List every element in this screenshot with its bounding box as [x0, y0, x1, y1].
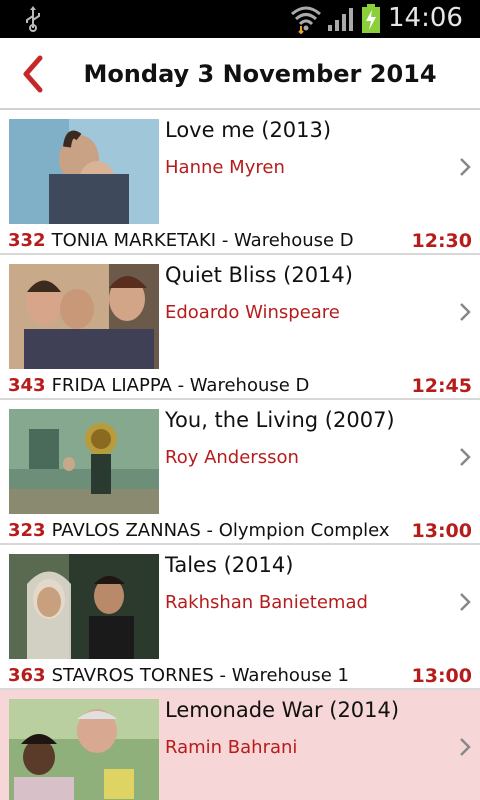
- screening-time: 12:45: [411, 375, 472, 397]
- list-item[interactable]: Quiet Bliss (2014) Edoardo Winspeare 343…: [0, 255, 480, 400]
- screening-time: 13:00: [411, 520, 472, 542]
- screening-code: 323: [8, 520, 46, 541]
- film-director: Hanne Myren: [165, 157, 285, 178]
- film-director: Edoardo Winspeare: [165, 302, 340, 323]
- list-item[interactable]: Lemonade War (2014) Ramin Bahrani: [0, 690, 480, 800]
- film-title: Love me (2013): [165, 118, 332, 142]
- screening-venue: TONIA MARKETAKI - Warehouse D: [51, 230, 354, 251]
- screening-time: 12:30: [411, 230, 472, 252]
- app-header: Monday 3 November 2014: [0, 38, 480, 110]
- status-bar: 14:06: [0, 0, 480, 38]
- signal-icon: [328, 8, 353, 31]
- film-thumbnail: [9, 409, 159, 514]
- film-thumbnail: [9, 699, 159, 800]
- screening-code: 363: [8, 665, 46, 686]
- film-thumbnail: [9, 119, 159, 224]
- list-item[interactable]: Love me (2013) Hanne Myren 332 TONIA MARK…: [0, 110, 480, 255]
- usb-icon: [26, 6, 40, 32]
- wifi-icon: [291, 6, 321, 34]
- chevron-right-icon: [460, 738, 471, 756]
- back-button[interactable]: [14, 52, 54, 96]
- screening-code: 332: [8, 230, 46, 251]
- film-title: Quiet Bliss (2014): [165, 263, 353, 287]
- film-director: Rakhshan Banietemad: [165, 592, 368, 613]
- battery-charging-icon: [362, 4, 380, 33]
- screening-venue: FRIDA LIAPPA - Warehouse D: [51, 375, 310, 396]
- chevron-right-icon: [460, 448, 471, 466]
- chevron-right-icon: [460, 158, 471, 176]
- list-item[interactable]: Tales (2014) Rakhshan Banietemad 363 STAV…: [0, 545, 480, 690]
- film-thumbnail: [9, 264, 159, 369]
- film-thumbnail: [9, 554, 159, 659]
- screening-info: 343 FRIDA LIAPPA - Warehouse D: [8, 375, 309, 396]
- chevron-right-icon: [460, 303, 471, 321]
- film-director: Roy Andersson: [165, 447, 299, 468]
- clock-time: 14:06: [388, 3, 463, 33]
- film-title: You, the Living (2007): [165, 408, 395, 432]
- list-item[interactable]: You, the Living (2007) Roy Andersson 323…: [0, 400, 480, 545]
- film-list: Love me (2013) Hanne Myren 332 TONIA MARK…: [0, 110, 480, 800]
- screening-info: 323 PAVLOS ZANNAS - Olympion Complex: [8, 520, 390, 541]
- film-title: Lemonade War (2014): [165, 698, 400, 722]
- screening-info: 363 STAVROS TORNES - Warehouse 1: [8, 665, 349, 686]
- screening-info: 332 TONIA MARKETAKI - Warehouse D: [8, 230, 354, 251]
- screening-time: 13:00: [411, 665, 472, 687]
- film-title: Tales (2014): [165, 553, 294, 577]
- page-title: Monday 3 November 2014: [83, 60, 437, 88]
- film-director: Ramin Bahrani: [165, 737, 298, 758]
- screening-venue: PAVLOS ZANNAS - Olympion Complex: [51, 520, 390, 541]
- screening-venue: STAVROS TORNES - Warehouse 1: [51, 665, 349, 686]
- screening-code: 343: [8, 375, 46, 396]
- chevron-right-icon: [460, 593, 471, 611]
- chevron-left-icon: [23, 55, 43, 93]
